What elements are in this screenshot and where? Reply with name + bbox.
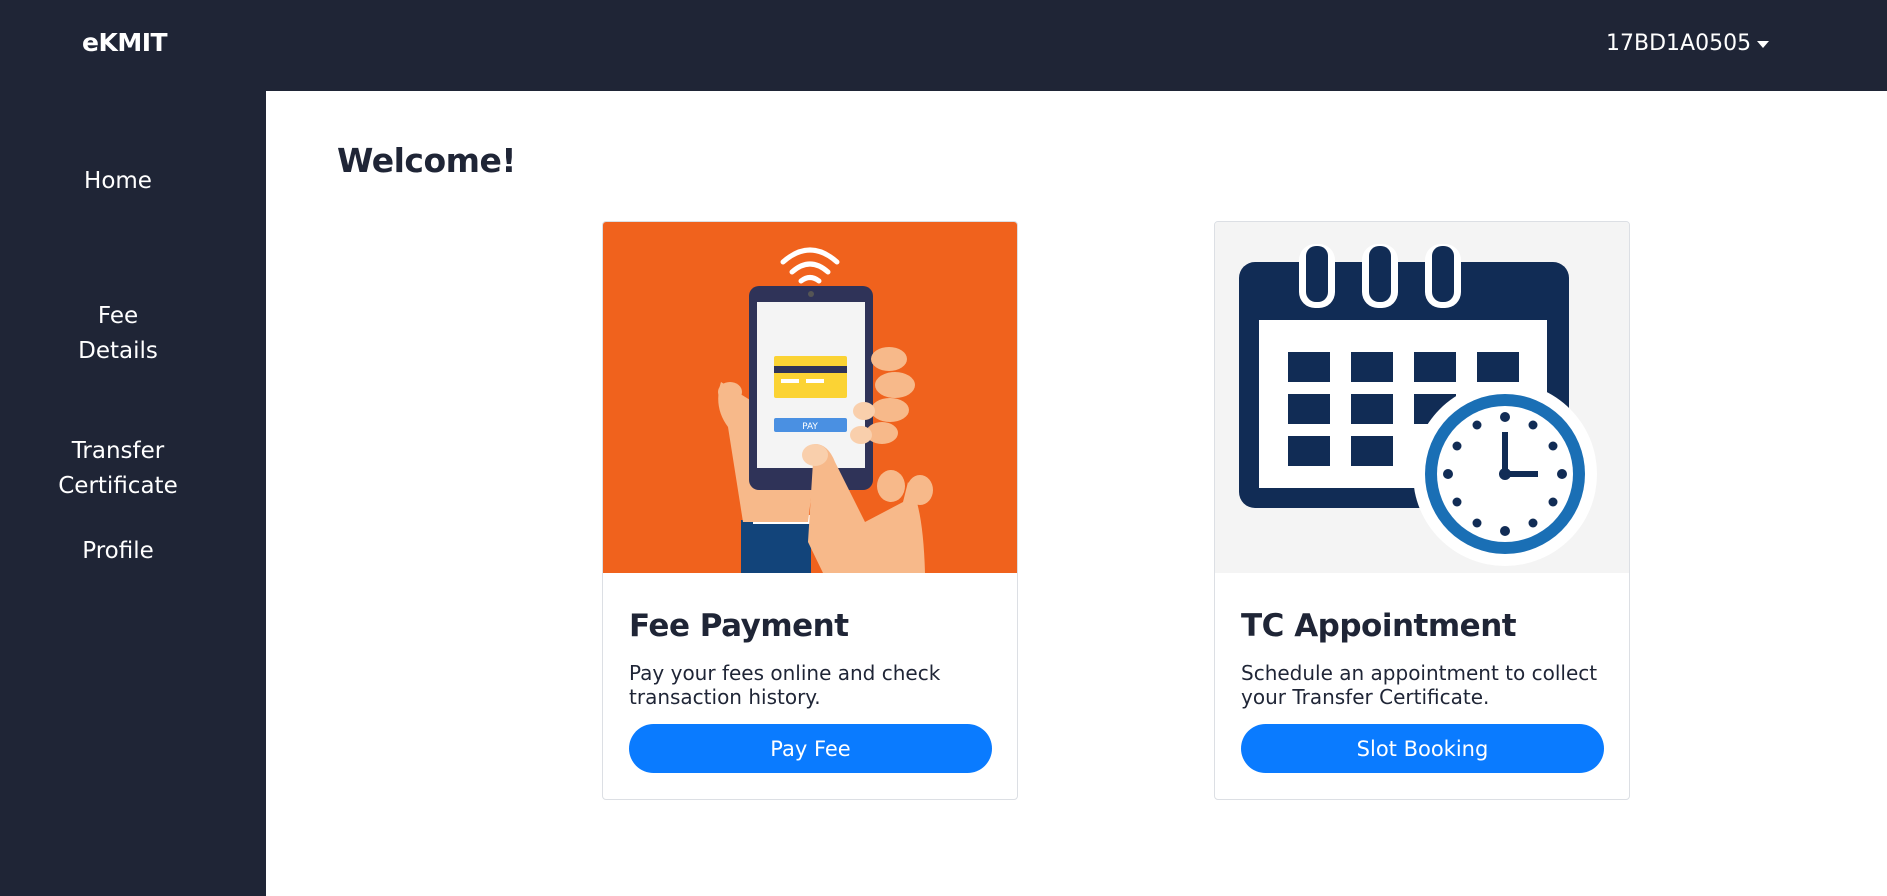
sidebar-item-label: Fee Details [78,303,158,364]
sidebar-item-home[interactable]: Home [0,164,236,199]
card-title: Fee Payment [629,608,849,644]
page-title: Welcome! [337,141,516,180]
card-description: Schedule an appointment to collect your … [1241,661,1598,709]
sidebar-item-transfer-certificate[interactable]: Transfer Certificate [0,399,236,504]
user-id-label: 17BD1A0505 [1606,31,1752,56]
card-description: Pay your fees online and check transacti… [629,661,941,709]
pay-illustration-label: PAY [802,422,818,432]
sidebar-item-profile[interactable]: Profile [0,534,236,569]
sidebar: Home Fee Details Transfer Certificate Pr… [0,91,266,896]
caret-down-icon [1757,41,1770,48]
top-navbar: eKMIT 17BD1A0505 [0,0,1887,91]
sidebar-item-fee-details[interactable]: Fee Details [0,264,236,369]
user-menu-dropdown[interactable]: 17BD1A0505 [1606,31,1770,56]
tc-appointment-card: TC Appointment Schedule an appointment t… [1214,221,1630,800]
pay-fee-button[interactable]: Pay Fee [629,724,992,773]
fee-payment-card: PAY Fee Payment Pay your fees online and… [602,221,1018,800]
calendar-clock-icon [1215,222,1629,573]
sidebar-item-label: Profile [82,538,154,564]
main-content: Welcome! PAY Fee Payment Pay your fees o… [266,91,1887,896]
brand-logo[interactable]: eKMIT [82,28,168,57]
slot-booking-button[interactable]: Slot Booking [1241,724,1604,773]
phone-payment-icon: PAY [603,222,1017,573]
sidebar-item-label: Home [84,168,152,194]
sidebar-item-label: Transfer Certificate [58,438,178,499]
card-title: TC Appointment [1241,608,1517,644]
